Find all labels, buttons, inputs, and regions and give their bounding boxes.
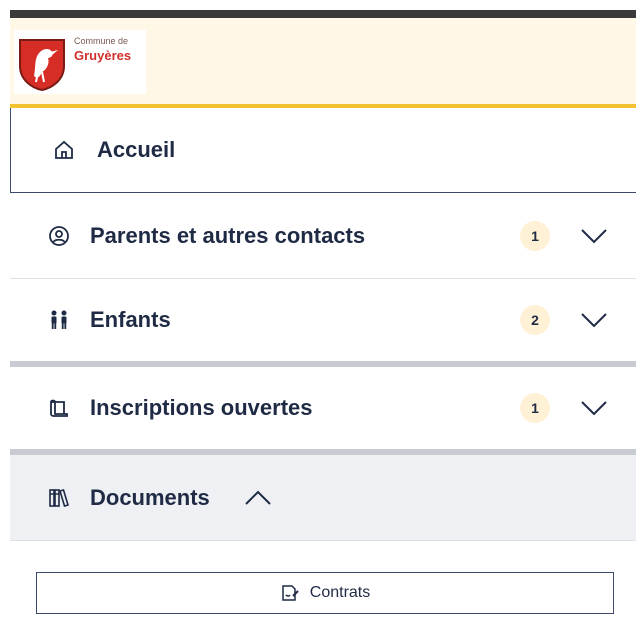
- nav-item-documents[interactable]: Documents: [10, 455, 636, 541]
- contrats-button-label: Contrats: [309, 584, 371, 601]
- nav-item-enfants-label: Enfants: [90, 307, 171, 332]
- top-dark-strip: [10, 10, 636, 18]
- main-navigation: Accueil Parents et autres contacts 1 Enf…: [10, 108, 636, 541]
- parents-count-badge: 1: [520, 220, 550, 251]
- contract-sign-icon: [282, 585, 299, 601]
- chevron-down-icon[interactable]: [580, 311, 608, 329]
- top-bar: [0, 0, 636, 18]
- chevron-down-icon[interactable]: [580, 227, 608, 245]
- nav-item-accueil-label: Accueil: [97, 137, 176, 162]
- enfants-count-badge: 2: [520, 305, 550, 335]
- user-circle-icon: [48, 225, 70, 247]
- logo-subtitle: Commune de: [74, 36, 129, 46]
- nav-item-parents-label: Parents et autres contacts: [90, 222, 366, 248]
- scroll-icon: [48, 397, 70, 419]
- contrats-button[interactable]: Contrats: [36, 572, 614, 614]
- nav-item-inscriptions[interactable]: Inscriptions ouvertes 1: [10, 367, 636, 455]
- inscriptions-count-badge: 1: [520, 393, 550, 423]
- commune-logo[interactable]: Commune de Gruyères: [14, 30, 146, 94]
- crane-shield-icon: [19, 39, 65, 92]
- header: Commune de Gruyères: [10, 18, 636, 108]
- chevron-down-icon[interactable]: [580, 399, 608, 417]
- children-icon: [48, 309, 70, 331]
- nav-item-documents-label: Documents: [90, 484, 210, 510]
- chevron-up-icon[interactable]: [244, 489, 272, 507]
- logo-title: Gruyères: [74, 48, 132, 63]
- nav-item-enfants[interactable]: Enfants 2: [10, 279, 636, 367]
- nav-item-inscriptions-label: Inscriptions ouvertes: [90, 395, 313, 420]
- books-icon: [48, 487, 70, 509]
- nav-item-parents[interactable]: Parents et autres contacts 1: [10, 193, 636, 279]
- home-icon: [53, 139, 75, 161]
- nav-item-accueil[interactable]: Accueil: [10, 108, 636, 193]
